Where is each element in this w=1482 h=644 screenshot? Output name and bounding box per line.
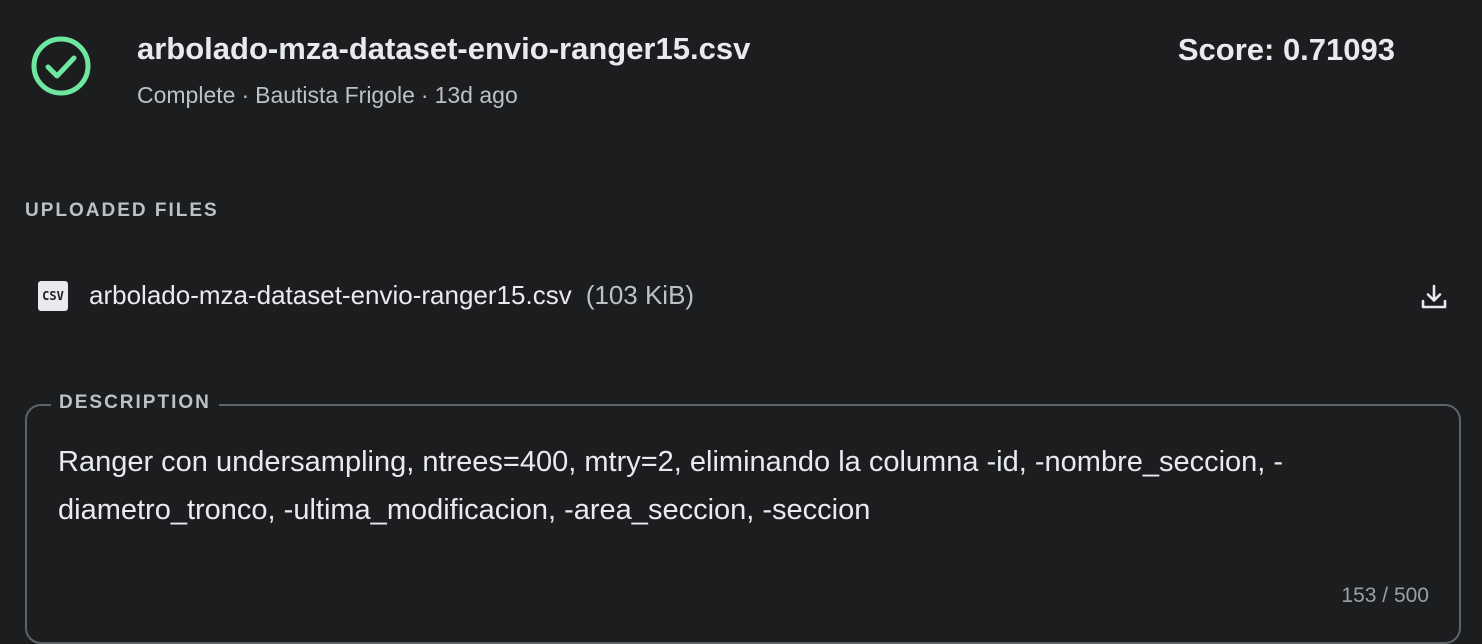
submission-title: arbolado-mza-dataset-envio-ranger15.csv (137, 31, 751, 66)
uploaded-files-heading: UPLOADED FILES (25, 200, 219, 221)
description-field[interactable]: DESCRIPTION Ranger con undersampling, nt… (25, 392, 1461, 644)
description-text[interactable]: Ranger con undersampling, ntrees=400, mt… (58, 438, 1398, 534)
check-circle-icon (31, 36, 91, 96)
author-name[interactable]: Bautista Frigole (255, 82, 415, 108)
submission-meta: Complete · Bautista Frigole · 13d ago (137, 82, 518, 109)
description-label: DESCRIPTION (51, 392, 219, 414)
download-icon[interactable] (1420, 283, 1448, 311)
meta-separator: · (420, 82, 429, 108)
status-text: Complete (137, 82, 236, 108)
uploaded-file-name: arbolado-mza-dataset-envio-ranger15.csv (… (89, 280, 694, 311)
meta-separator: · (241, 82, 250, 108)
submission-header: arbolado-mza-dataset-envio-ranger15.csv … (0, 0, 1482, 140)
character-counter: 153 / 500 (1341, 584, 1429, 607)
uploaded-file-row: CSV arbolado-mza-dataset-envio-ranger15.… (0, 272, 1482, 322)
submission-age: 13d ago (434, 82, 518, 108)
csv-file-icon: CSV (38, 281, 68, 311)
score-value: Score: 0.71093 (1177, 32, 1395, 67)
file-size: (103 KiB) (585, 280, 695, 310)
file-name-text: arbolado-mza-dataset-envio-ranger15.csv (89, 280, 572, 310)
